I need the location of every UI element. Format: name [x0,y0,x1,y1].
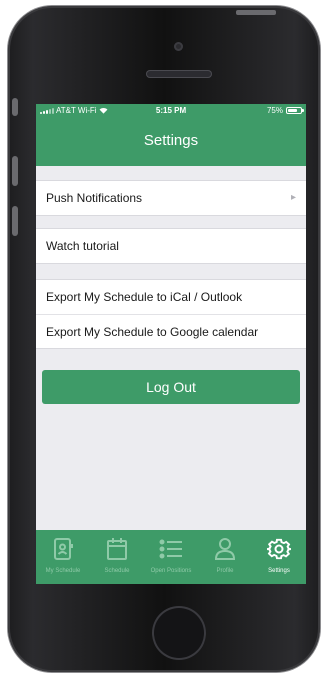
battery-percent: 75% [266,106,283,115]
status-bar: AT&T Wi-Fi 5:15 PM 75% [36,104,306,118]
tab-my-schedule[interactable]: My Schedule [36,530,90,584]
tab-schedule[interactable]: Schedule [90,530,144,584]
status-right: 75% [266,106,304,115]
settings-item-label: Push Notifications [46,191,143,205]
volume-down-button [12,206,18,236]
status-time: 5:15 PM [155,106,187,115]
app-header: AT&T Wi-Fi 5:15 PM 75% Settings [36,104,306,166]
earpiece-speaker [146,70,212,78]
settings-item-export-google[interactable]: Export My Schedule to Google calendar [36,314,306,348]
power-button [236,10,276,15]
settings-item-label: Watch tutorial [46,239,119,253]
tab-open-positions[interactable]: Open Positions [144,530,198,584]
calendar-icon [107,538,127,560]
settings-group-notifications: Push Notifications ▸ [36,180,306,216]
person-icon [214,538,236,560]
tab-settings[interactable]: Settings [252,530,306,584]
tab-label: Profile [216,568,234,574]
front-camera [174,42,183,51]
tab-profile[interactable]: Profile [198,530,252,584]
page-title: Settings [143,132,199,149]
tab-label: Settings [268,568,290,574]
chevron-right-icon: ▸ [290,192,296,203]
tab-label: My Schedule [45,568,81,574]
settings-item-export-ical[interactable]: Export My Schedule to iCal / Outlook [36,280,306,314]
tab-label: Schedule [104,568,130,574]
tab-label: Open Positions [150,568,192,574]
logout-button[interactable]: Log Out [42,370,300,404]
settings-group-export: Export My Schedule to iCal / Outlook Exp… [36,279,306,349]
tab-bar: My Schedule Schedule Open Positions Prof… [36,530,306,584]
mute-switch [12,98,18,116]
settings-item-label: Export My Schedule to iCal / Outlook [46,290,243,304]
settings-item-label: Export My Schedule to Google calendar [46,325,259,339]
id-card-icon [54,538,73,560]
settings-item-push-notifications[interactable]: Push Notifications ▸ [36,181,306,215]
volume-up-button [12,156,18,186]
settings-group-tutorial: Watch tutorial [36,228,306,264]
list-icon [159,539,182,559]
screenshot-canvas: AT&T Wi-Fi 5:15 PM 75% Settings Push Not… [0,0,322,677]
battery-icon [286,107,304,114]
app-screen: AT&T Wi-Fi 5:15 PM 75% Settings Push Not… [36,104,306,584]
settings-item-watch-tutorial[interactable]: Watch tutorial [36,229,306,263]
home-button[interactable] [152,606,206,660]
gear-icon [267,538,291,560]
battery-fill [288,109,297,112]
